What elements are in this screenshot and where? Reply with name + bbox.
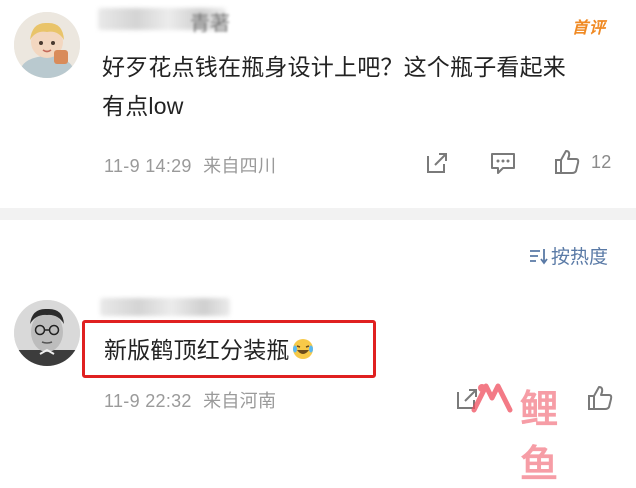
share-button[interactable]	[424, 150, 450, 181]
comment-meta: 11-9 14:29 来自四川	[104, 152, 276, 178]
sort-label: 按热度	[550, 247, 608, 268]
comment-text-line: 好歹花点钱在瓶身设计上吧？这个瓶子看起来	[102, 54, 566, 80]
watermark-text: 鲤鱼	[520, 389, 563, 486]
username-visible: 青著	[190, 13, 230, 35]
comment-timestamp: 11-9 14:29	[104, 156, 192, 176]
thumbs-up-icon	[555, 150, 580, 174]
vintage-portrait-avatar-icon	[14, 300, 80, 366]
comment-text: 好歹花点钱在瓶身设计上吧？这个瓶子看起来 有点low	[102, 48, 622, 126]
comment-timestamp: 11-9 22:32	[104, 391, 192, 411]
thumbs-up-icon	[588, 386, 613, 410]
like-button[interactable]	[553, 148, 581, 181]
comment-icon	[491, 153, 515, 174]
comment-location: 来自河南	[203, 391, 277, 411]
like-button[interactable]	[586, 384, 614, 417]
sort-icon	[529, 249, 548, 265]
avatar[interactable]	[14, 300, 80, 366]
like-count: 12	[591, 152, 612, 172]
comment-location: 来自四川	[203, 156, 277, 176]
section-divider	[0, 208, 636, 220]
laughing-crying-emoji-icon	[292, 339, 313, 359]
comment-meta: 11-9 22:32 来自河南	[104, 387, 276, 413]
share-icon	[427, 153, 447, 173]
username-blurred[interactable]	[100, 298, 230, 316]
watermark-logo-icon	[471, 383, 513, 413]
sort-toggle[interactable]: 按热度	[528, 242, 608, 269]
comment-text: 新版鹤顶红分装瓶	[104, 331, 315, 370]
reply-button[interactable]	[489, 150, 517, 181]
comment-text-line: 新版鹤顶红分装瓶	[104, 337, 290, 363]
first-comment-badge: 首评	[571, 20, 606, 37]
comment-text-line: 有点low	[102, 93, 184, 119]
avatar[interactable]	[14, 12, 80, 78]
cartoon-child-avatar-icon	[14, 12, 80, 78]
